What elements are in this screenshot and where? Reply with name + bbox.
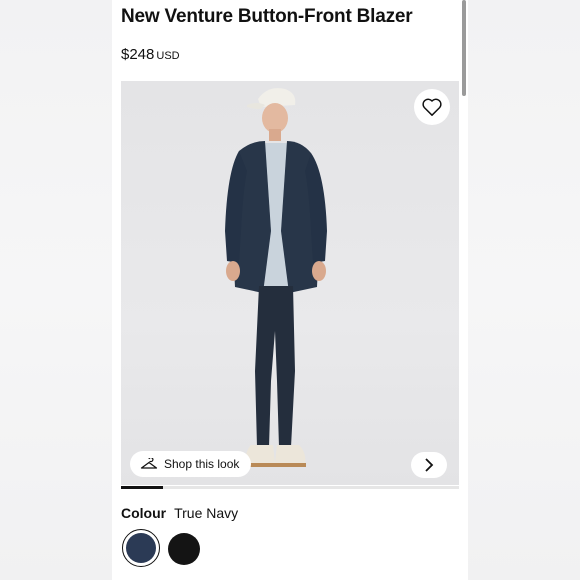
colour-label: Colour (121, 505, 167, 521)
scrollbar-thumb[interactable] (462, 0, 466, 96)
product-title: New Venture Button-Front Blazer (121, 6, 413, 27)
product-price: $248 (121, 46, 155, 63)
wishlist-button[interactable] (414, 89, 450, 125)
heart-outline-icon (422, 98, 442, 116)
product-photo (225, 88, 327, 467)
price-block: $248 USD (121, 46, 180, 64)
background-right (468, 0, 580, 580)
swatch-black[interactable] (168, 533, 200, 565)
swatch-true-navy[interactable] (122, 529, 160, 567)
gallery-progress-track (121, 486, 459, 489)
colour-selector-label: Colour True Navy (121, 505, 238, 521)
gallery-progress-indicator (121, 486, 164, 489)
shop-this-look-label: Shop this look (164, 457, 240, 471)
selected-colour-name: True Navy (174, 505, 239, 521)
currency-code: USD (156, 50, 180, 62)
shop-this-look-button[interactable]: Shop this look (130, 451, 252, 477)
product-image-gallery[interactable]: Shop this look (121, 81, 459, 485)
product-card: New Venture Button-Front Blazer $248USD (112, 0, 468, 580)
next-image-button[interactable] (411, 452, 447, 478)
hanger-icon (140, 458, 158, 469)
chevron-right-icon (425, 458, 434, 472)
background-left (0, 0, 112, 580)
swatch-true-navy-color (126, 533, 156, 563)
